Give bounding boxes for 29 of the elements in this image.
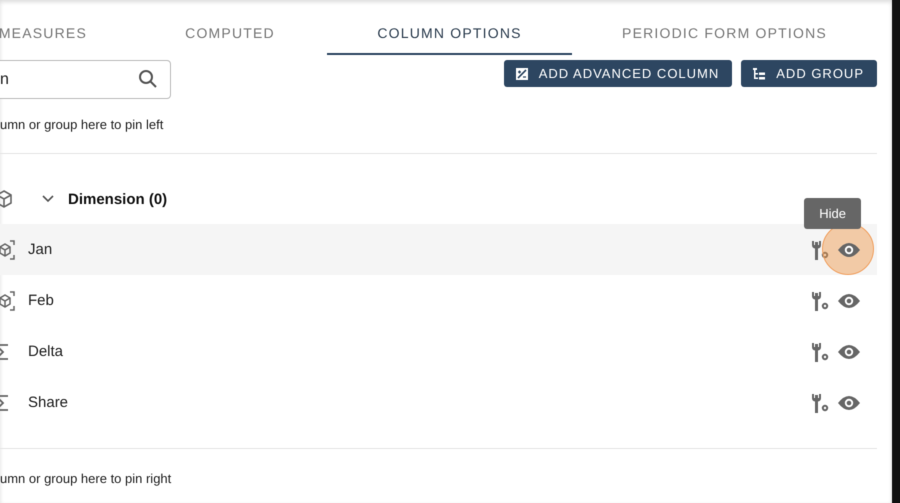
eye-icon[interactable] [837,242,861,258]
add-column-button[interactable]: ADD ADVANCED COLUMN [504,60,732,87]
tab[interactable]: COLUMN OPTIONS [327,0,572,55]
add-group-button[interactable]: ADD GROUP [741,60,877,87]
column-row[interactable]: Feb [0,275,877,326]
column-name: Jan [28,241,52,258]
eye-icon[interactable] [837,394,861,410]
tab[interactable]: COMPUTED [133,0,327,55]
column-row[interactable]: Delta [0,326,877,377]
search-icon [138,69,158,89]
pin-left-hint: umn or group here to pin left [0,117,164,133]
cube-frame-icon [0,290,16,312]
tab[interactable]: PERIODIC FORM OPTIONS [572,0,877,55]
column-name: Feb [28,292,54,309]
cube-frame-icon [0,238,16,260]
tooltip: Hide [804,198,861,229]
group-title: Dimension (0) [68,190,168,208]
column-row[interactable]: Share [0,377,877,428]
eye-icon[interactable] [837,344,861,360]
column-row[interactable]: Jan [0,224,877,275]
cube-icon [0,189,14,209]
tab[interactable]: MEASURES [0,0,133,55]
column-name: Delta [28,343,64,360]
chevron-icon[interactable] [42,195,54,203]
tree-icon [752,66,766,80]
pin-right-hint: umn or group here to pin right [0,471,172,487]
search-field[interactable]: n [0,60,171,99]
column-name: Share [28,394,68,411]
eye-icon[interactable] [837,292,861,308]
